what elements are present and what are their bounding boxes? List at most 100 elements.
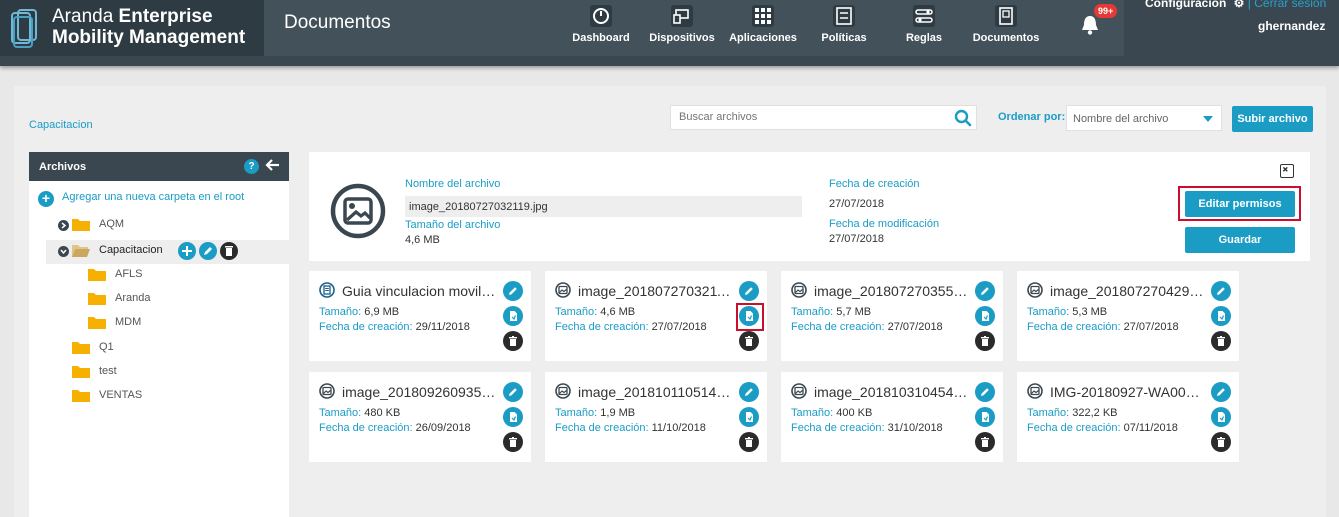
sidebar: Archivos ? — [29, 152, 289, 517]
arrow-left-icon[interactable] — [265, 157, 281, 173]
file-name[interactable]: IMG-20180927-WA0006... — [1050, 384, 1205, 400]
delete-file-icon[interactable] — [1211, 432, 1231, 452]
order-selected-value: Nombre del archivo — [1073, 113, 1169, 125]
file-size: 5,3 MB — [1072, 306, 1108, 318]
add-subfolder-icon[interactable] — [178, 242, 196, 260]
delete-folder-icon[interactable] — [220, 242, 238, 260]
size-label: Tamaño: — [791, 407, 834, 419]
delete-file-icon[interactable] — [975, 432, 995, 452]
file-name[interactable]: image_2018072704291... — [1050, 283, 1205, 299]
edit-file-icon[interactable] — [975, 281, 995, 301]
file-card[interactable]: image_2018101105142... Tamaño: 1,9 MB Fech… — [545, 372, 767, 462]
created-label: Fecha de creación: — [555, 422, 649, 434]
file-details-icon[interactable] — [503, 407, 523, 427]
file-card[interactable]: image_2018072703211... Tamaño: 4,6 MB Fech… — [545, 271, 767, 361]
breadcrumb[interactable]: Capacitacion — [29, 119, 93, 131]
nav-dashboard-label: Dashboard — [572, 32, 630, 44]
file-created-line: Fecha de creación: 26/09/2018 — [319, 422, 471, 434]
chevron-right-icon[interactable] — [58, 220, 69, 231]
file-name[interactable]: Guia vinculacion movile... — [342, 283, 497, 299]
file-size-line: Tamaño: 400 KB — [791, 407, 872, 419]
add-folder-icon[interactable]: + — [38, 191, 54, 207]
file-details-icon[interactable] — [975, 306, 995, 326]
order-select[interactable]: Nombre del archivo — [1066, 105, 1222, 131]
edit-file-icon[interactable] — [503, 281, 523, 301]
delete-file-icon[interactable] — [975, 331, 995, 351]
file-details-icon[interactable] — [1211, 407, 1231, 427]
edit-folder-icon[interactable] — [199, 242, 217, 260]
tree-folder-afls[interactable]: AFLS — [88, 266, 208, 284]
file-name[interactable]: image_2018092609354... — [342, 384, 497, 400]
file-name[interactable]: image_2018072703211... — [578, 283, 733, 299]
file-size-line: Tamaño: 5,7 MB — [791, 306, 871, 318]
file-details-icon[interactable] — [975, 407, 995, 427]
file-name[interactable]: image_2018103104545... — [814, 384, 969, 400]
file-details-icon[interactable] — [503, 306, 523, 326]
delete-file-icon[interactable] — [503, 331, 523, 351]
edit-file-icon[interactable] — [739, 382, 759, 402]
notification-badge: 99+ — [1094, 4, 1118, 18]
edit-file-icon[interactable] — [739, 281, 759, 301]
nav-documentos-label: Documentos — [972, 32, 1040, 44]
file-name[interactable]: image_2018101105142... — [578, 384, 733, 400]
folder-icon — [72, 366, 90, 378]
created-label: Fecha de creación: — [555, 321, 649, 333]
nav-dispositivos[interactable]: Dispositivos — [648, 4, 716, 52]
file-created-line: Fecha de creación: 07/11/2018 — [1027, 422, 1178, 434]
nav-dashboard[interactable]: Dashboard — [570, 4, 632, 52]
delete-file-icon[interactable] — [739, 432, 759, 452]
tree-folder-aranda[interactable]: Aranda — [88, 290, 208, 308]
nav-politicas[interactable]: Políticas — [812, 4, 876, 52]
tree-folder-capacitacion[interactable]: Capacitacion — [72, 242, 182, 260]
tree-folder-test[interactable]: test — [72, 363, 192, 381]
chevron-down-icon[interactable] — [58, 246, 69, 257]
tree-folder-ventas[interactable]: VENTAS — [72, 387, 192, 405]
nav-reglas[interactable]: Reglas — [896, 4, 952, 52]
file-card[interactable]: Guia vinculacion movile... Tamaño: 6,9 MB… — [309, 271, 531, 361]
nav-aplicaciones[interactable]: Aplicaciones — [728, 4, 798, 52]
upload-button[interactable]: Subir archivo — [1232, 106, 1313, 132]
file-size-line: Tamaño: 4,6 MB — [555, 306, 635, 318]
modified-date-value: 27/07/2018 — [829, 233, 885, 245]
edit-file-icon[interactable] — [975, 382, 995, 402]
nav-documentos[interactable]: Documentos — [970, 4, 1042, 52]
file-card[interactable]: image_2018103104545... Tamaño: 400 KB Fech… — [781, 372, 1003, 462]
file-size: 4,6 MB — [600, 306, 636, 318]
rules-icon — [913, 5, 935, 27]
folder-icon — [72, 390, 90, 402]
config-link[interactable]: Configuración — [1145, 0, 1226, 10]
search-input[interactable] — [679, 111, 939, 123]
size-label: Tamaño: — [319, 306, 362, 318]
tree-folder-aqm[interactable]: AQM — [72, 216, 222, 234]
file-created-line: Fecha de creación: 27/07/2018 — [555, 321, 707, 333]
tree-folder-mdm[interactable]: MDM — [88, 314, 208, 332]
edit-file-icon[interactable] — [1211, 281, 1231, 301]
help-icon[interactable]: ? — [244, 159, 259, 174]
delete-file-icon[interactable] — [739, 331, 759, 351]
gear-icon[interactable]: ⚙ — [1234, 0, 1245, 10]
dashboard-icon — [590, 5, 612, 27]
devices-icon — [671, 5, 693, 27]
file-details-icon[interactable] — [1211, 306, 1231, 326]
file-name-field[interactable]: image_20180727032119.jpg — [405, 196, 802, 217]
file-name[interactable]: image_2018072703555... — [814, 283, 969, 299]
file-details-icon[interactable] — [739, 407, 759, 427]
logout-link[interactable]: Cerrar sesión — [1254, 0, 1326, 10]
add-root-folder-link[interactable]: Agregar una nueva carpeta en el root — [62, 191, 244, 203]
file-card[interactable]: image_2018092609354... Tamaño: 480 KB Fech… — [309, 372, 531, 462]
image-icon — [555, 383, 571, 399]
file-size-label: Tamaño del archivo — [405, 219, 501, 231]
file-card[interactable]: IMG-20180927-WA0006... Tamaño: 322,2 KB Fe… — [1017, 372, 1239, 462]
created-label: Fecha de creación: — [1027, 422, 1121, 434]
edit-file-icon[interactable] — [503, 382, 523, 402]
tree-folder-q1[interactable]: Q1 — [72, 339, 192, 357]
save-button[interactable]: Guardar — [1185, 227, 1295, 253]
file-card[interactable]: image_2018072704291... Tamaño: 5,3 MB Fech… — [1017, 271, 1239, 361]
tree-folder-label: Aranda — [115, 292, 151, 304]
delete-file-icon[interactable] — [1211, 331, 1231, 351]
file-card[interactable]: image_2018072703555... Tamaño: 5,7 MB Fech… — [781, 271, 1003, 361]
delete-file-icon[interactable] — [503, 432, 523, 452]
edit-file-icon[interactable] — [1211, 382, 1231, 402]
close-icon[interactable] — [1280, 164, 1294, 178]
search-icon[interactable] — [954, 109, 972, 127]
